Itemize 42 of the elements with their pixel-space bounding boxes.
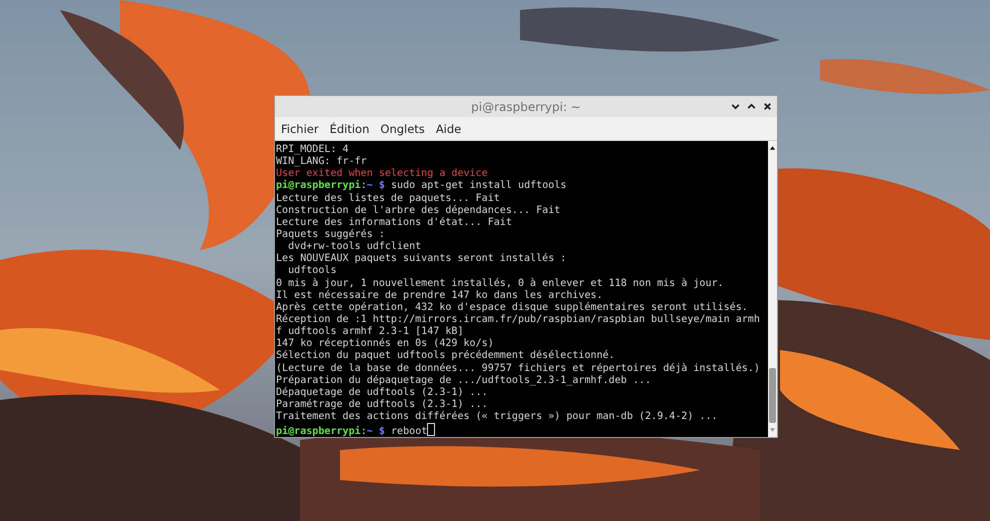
output-line: WIN_LANG: fr-fr [276,156,367,168]
prompt-symbol: $ [378,426,385,437]
prompt-user-host: pi@raspberrypi [276,180,361,192]
prompt-path: ~ [366,426,373,437]
menu-item[interactable]: Édition [330,122,370,136]
error-line: User exited when selecting a device [276,168,488,180]
command-text: reboot [391,426,428,437]
output-line: dvd+rw-tools udfclient [287,241,422,252]
output-line: Après cette opération, 432 ko d'espace disque supplémentaires seront utilisés. [276,302,748,313]
prompt-symbol: $ [378,180,385,192]
output-line: 0 mis à jour, 1 nouvellement installés, 0 à enlever et 118 non mis à jour. [276,278,724,289]
output-line: Réception de :1 http://mirrors.ircam.fr/pub/raspbian/raspbian bullseye/main armh [276,314,760,325]
output-line: Lecture des informations d'état... Fait [276,216,512,228]
output-line: RPI_MODEL: 4 [276,144,349,155]
output-line: Sélection du paquet udftools précédemment désélectionné. [276,350,615,362]
scrollbar[interactable] [768,141,777,437]
output-line: f udftools armhf 2.3-1 [147 kB] [276,326,464,338]
output-line: Il est nécessaire de prendre 147 ko dans les archives. [276,290,603,301]
scroll-up-icon[interactable] [769,145,776,151]
output-line: Préparation du dépaquetage de .../udftools_2.3-1_armhf.deb ... [276,374,652,386]
close-icon[interactable] [762,101,773,112]
prompt-separator: : [360,180,367,192]
output-line: udftools [287,265,336,276]
output-line: Dépaquetage de udftools (2.3-1) ... [276,386,488,398]
menu-item[interactable]: Fichier [281,122,319,136]
window-title: pi@raspberrypi: ~ [471,100,581,114]
prompt-separator: : [360,426,367,437]
output-line: Paramétrage de udftools (2.3-1) ... [276,398,488,410]
menu-item[interactable]: Onglets [380,122,425,136]
output-line: Les NOUVEAUX paquets suivants seront installés : [276,253,566,264]
scroll-down-icon[interactable] [769,427,776,433]
output-line: Paquets suggérés : [276,228,385,240]
output-line: Lecture des listes de paquets... Fait [276,192,500,204]
output-line: Traitement des actions différées (« triggers ») pour man-db (2.9.4-2) ... [276,411,718,422]
output-line: (Lecture de la base de données... 99757 fichiers et répertoires déjà installés.) [276,362,760,374]
menu-item[interactable]: Aide [436,122,462,136]
output-line: 147 ko réceptionnés en 0s (429 ko/s) [276,338,494,350]
scrollbar-thumb[interactable] [769,368,776,423]
prompt-path: ~ [366,180,373,192]
prompt-user-host: pi@raspberrypi [276,426,361,437]
command-text: sudo apt-get install udftools [391,180,566,192]
output-line: Construction de l'arbre des dépendances... Fait [276,204,560,216]
